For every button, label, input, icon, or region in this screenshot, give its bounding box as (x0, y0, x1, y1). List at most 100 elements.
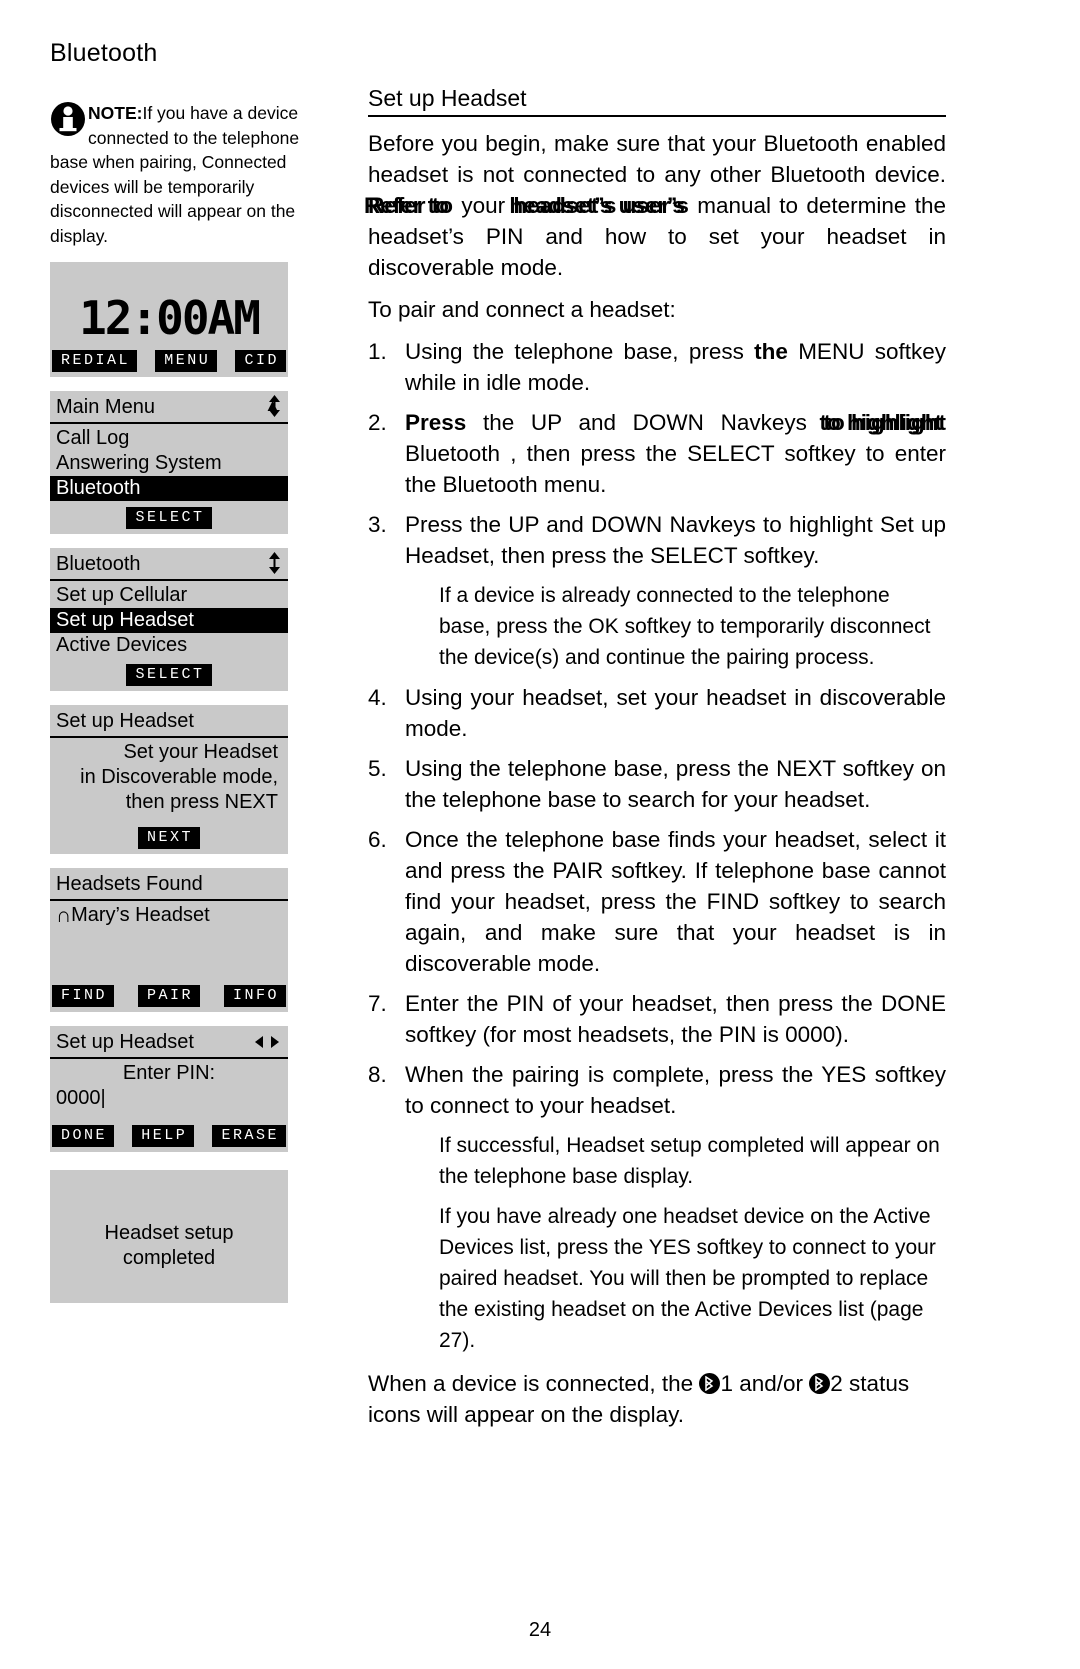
lcd-message: Set your Headset in Discoverable mode, t… (50, 738, 288, 815)
overprinted-text: headset’s user’s headset’s user’s (509, 190, 689, 221)
note-body: If you have a device connected to the te… (50, 103, 300, 246)
step-number: 6. (368, 827, 387, 852)
step-number: 4. (368, 685, 387, 710)
list-item[interactable]: ∩Mary’s Headset (56, 903, 282, 928)
lcd-screen-discoverable-prompt: Set up Headset Set your Headset in Disco… (50, 705, 288, 854)
lcd-title-text: Set up Headset (56, 710, 194, 732)
message-line: then press NEXT (125, 791, 278, 813)
message-line: Headset setup (104, 1222, 234, 1244)
step-text: Press the UP and DOWN Navkeys to highlig… (405, 512, 946, 568)
closing-text-1: When a device is connected, the (368, 1371, 700, 1396)
bluetooth-device-number-2: 2 (830, 1371, 843, 1396)
softkey-select[interactable]: SELECT (126, 664, 212, 686)
overprinted-text: to highlight to highlight (820, 407, 946, 438)
lcd-screen-main-menu: Main Menu ▲ Call Log Answering System Bl… (50, 391, 288, 534)
step-number: 5. (368, 756, 387, 781)
step-text: Using the telephone base, press the NEXT… (405, 756, 946, 812)
intro-text-1: Before you begin, make sure that your Bl… (368, 131, 946, 187)
list-item[interactable]: Set up Cellular (56, 583, 282, 608)
softkey-cid[interactable]: CID (235, 350, 286, 372)
list-item-selected[interactable]: Set up Headset (50, 608, 288, 633)
updown-arrow-icon (269, 552, 280, 574)
list-item[interactable]: Active Devices (56, 633, 282, 658)
lcd-title: Set up Headset (50, 1026, 288, 1059)
closing-paragraph: When a device is connected, the 1 and/or… (368, 1368, 946, 1430)
step-emphasis-lead: Press (405, 410, 467, 435)
clock-readout: 12:00AM (79, 291, 261, 345)
lcd-title-text: Bluetooth (56, 553, 141, 575)
bluetooth-icon (699, 1373, 721, 1394)
step-text: Once the telephone base finds your heads… (405, 827, 946, 976)
left-column: Bluetooth NOTE:If you have a device conn… (50, 38, 300, 1303)
list-item[interactable]: Call Log (56, 426, 282, 451)
list-item-selected[interactable]: Bluetooth (50, 476, 288, 501)
step-number: 2. (368, 410, 387, 435)
info-icon (51, 102, 85, 136)
message-line: in Discoverable mode, (80, 766, 278, 788)
lead-in-paragraph: To pair and connect a headset: (368, 297, 676, 322)
softkey-bar: SELECT (50, 501, 288, 534)
closing-text-2: and/or (732, 1371, 810, 1396)
list-item-label: Mary’s Headset (71, 904, 210, 926)
softkey-pair[interactable]: PAIR (137, 985, 200, 1007)
softkey-info[interactable]: INFO (223, 985, 286, 1007)
step-text-cont: Bluetooth , then press the SELECT softke… (405, 441, 946, 497)
right-column: Set up Headset Before you begin, make su… (364, 84, 946, 1430)
manual-page: Bluetooth NOTE:If you have a device conn… (0, 0, 1080, 1669)
lcd-title: Headsets Found (50, 868, 288, 901)
steps-list: 1. Using the telephone base, press the ME… (368, 336, 946, 1356)
softkey-redial[interactable]: REDIAL (52, 350, 138, 372)
lcd-input: Enter PIN: 0000| (50, 1059, 288, 1111)
step-number: 1. (368, 339, 387, 364)
pin-prompt: Enter PIN: (122, 1062, 216, 1084)
updown-arrow-icon (269, 395, 280, 417)
softkey-select[interactable]: SELECT (126, 507, 212, 529)
bluetooth-device-number-1: 1 (720, 1371, 733, 1396)
softkey-bar: SELECT (50, 658, 288, 691)
page-number: 24 (528, 1619, 552, 1641)
pin-value: 0000 (56, 1087, 101, 1109)
section-heading: Set up Headset (368, 84, 946, 117)
softkey-erase[interactable]: ERASE (212, 1125, 286, 1147)
lcd-screen-setup-complete: Headset setup completed (50, 1170, 288, 1303)
step-text: Enter the PIN of your headset, then pres… (405, 991, 946, 1047)
step-text: the UP and DOWN Navkeys (466, 410, 824, 435)
softkey-bar: NEXT (50, 815, 288, 854)
chapter-title: Bluetooth (50, 39, 158, 67)
lcd-title: Set up Headset (50, 705, 288, 738)
softkey-menu[interactable]: MENU (155, 350, 218, 372)
pin-field[interactable]: 0000| (56, 1086, 282, 1111)
softkey-done[interactable]: DONE (52, 1125, 115, 1147)
overprint-dup: Refer to (364, 193, 450, 218)
lcd-title: Bluetooth (50, 548, 288, 581)
step-item: 5. Using the telephone base, press the NE… (368, 753, 946, 815)
message-line: completed (122, 1247, 216, 1269)
headset-icon: ∩ (56, 904, 72, 927)
step-number: 3. (368, 512, 387, 537)
softkey-bar: DONE HELP ERASE (50, 1111, 288, 1152)
list-item[interactable]: Answering System (56, 451, 282, 476)
lcd-list: ∩Mary’s Headset (50, 901, 288, 979)
step-item: 2. Press the UP and DOWN Navkeys to highl… (368, 407, 946, 500)
step-emphasis: the (754, 339, 788, 364)
step-text: Using your headset, set your headset in … (405, 685, 946, 741)
text-cursor: | (100, 1087, 106, 1109)
overprinted-text: Refer to Refer to (364, 190, 453, 221)
intro-text-2: your (453, 193, 514, 218)
lcd-screen-idle-clock: 12:00AM REDIAL MENU CID (50, 262, 288, 377)
lcd-title-text: Main Menu (56, 396, 155, 418)
softkey-bar: FIND PAIR INFO (50, 979, 288, 1012)
softkey-find[interactable]: FIND (52, 985, 115, 1007)
bluetooth-icon (809, 1373, 831, 1394)
softkey-next[interactable]: NEXT (137, 827, 200, 849)
step-number: 7. (368, 991, 387, 1016)
lcd-title: Main Menu ▲ (50, 391, 288, 424)
lcd-screen-headsets-found: Headsets Found ∩Mary’s Headset FIND PAIR… (50, 868, 288, 1012)
lcd-screen-bluetooth-menu: Bluetooth Set up Cellular Set up Headset… (50, 548, 288, 691)
softkey-help[interactable]: HELP (132, 1125, 195, 1147)
step-item: 1. Using the telephone base, press the ME… (368, 336, 946, 398)
step-item: 8. When the pairing is complete, press th… (368, 1059, 946, 1356)
lcd-title-text: Set up Headset (56, 1031, 194, 1053)
lcd-list: Call Log Answering System Bluetooth (50, 424, 288, 501)
